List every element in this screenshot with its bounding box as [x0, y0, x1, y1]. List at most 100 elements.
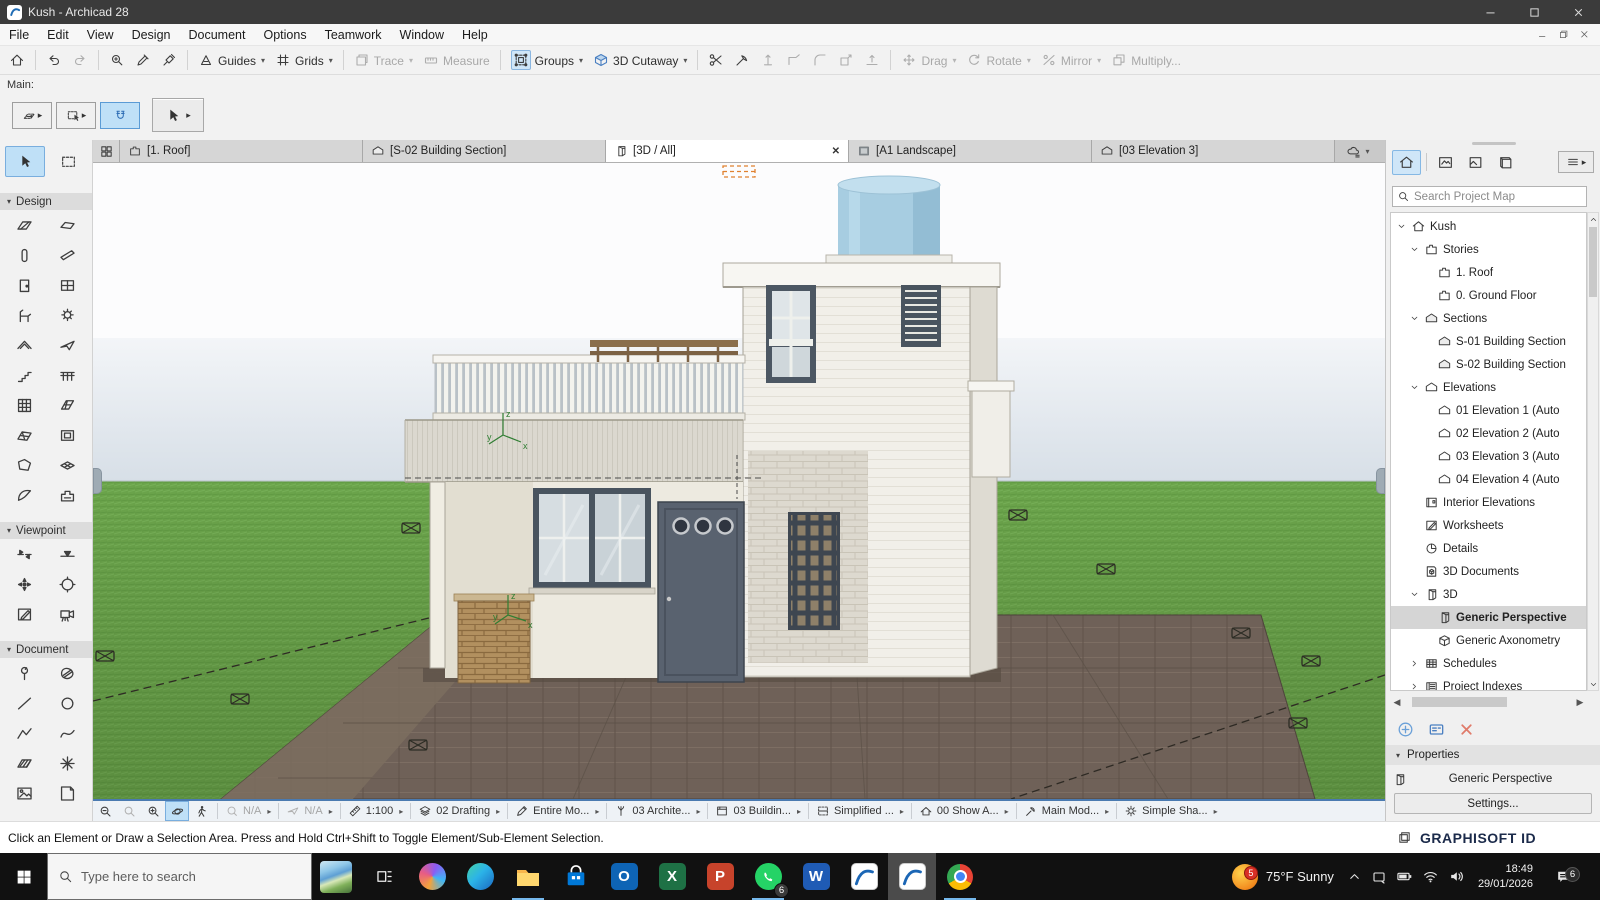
- split-button[interactable]: [703, 48, 729, 72]
- gravity-button[interactable]: [100, 102, 140, 129]
- measure-button[interactable]: Measure: [418, 48, 495, 72]
- tab-close-icon[interactable]: ✕: [832, 146, 840, 157]
- mesh-tool[interactable]: [3, 420, 46, 450]
- 3d-cutaway-button[interactable]: 3D Cutaway▾: [588, 48, 692, 72]
- tree-item-sections[interactable]: Sections: [1391, 307, 1586, 330]
- guides-button[interactable]: Guides▾: [193, 48, 270, 72]
- scroll-thumb[interactable]: [1589, 227, 1597, 297]
- rotate-button[interactable]: Rotate▾: [961, 48, 1035, 72]
- start-button[interactable]: [0, 853, 47, 900]
- tree-item-details[interactable]: Details: [1391, 537, 1586, 560]
- tree-item-3d-documents[interactable]: 3D Documents: [1391, 560, 1586, 583]
- mirror-button[interactable]: Mirror▾: [1036, 48, 1106, 72]
- doc-minimize-icon[interactable]: [1537, 29, 1548, 40]
- taskbar-app-whatsapp[interactable]: 6: [744, 853, 792, 900]
- object-tool[interactable]: [3, 300, 46, 330]
- menu-view[interactable]: View: [78, 24, 123, 45]
- tab-a1-landscape[interactable]: [A1 Landscape]: [849, 140, 1092, 162]
- opening-tool[interactable]: [46, 420, 89, 450]
- taskbar-search[interactable]: [47, 853, 312, 900]
- dimension-tool[interactable]: [3, 658, 46, 688]
- tree-item-schedules[interactable]: Schedules: [1391, 652, 1586, 675]
- roof-tool[interactable]: [3, 330, 46, 360]
- toolbox-section-document[interactable]: ▾Document: [0, 641, 92, 658]
- inject-parameters-button[interactable]: [156, 48, 182, 72]
- taskbar-app-excel[interactable]: X: [648, 853, 696, 900]
- weather-widget[interactable]: 5 75°F Sunny: [1228, 864, 1338, 890]
- find-select-button[interactable]: [104, 48, 130, 72]
- menu-help[interactable]: Help: [453, 24, 497, 45]
- tree-item-0-ground-floor[interactable]: 0. Ground Floor: [1391, 284, 1586, 307]
- panel-grip[interactable]: [1472, 142, 1516, 145]
- camera-angle-control[interactable]: N/A▸: [283, 804, 335, 818]
- tree-horizontal-scrollbar[interactable]: ◀ ▶: [1390, 695, 1587, 709]
- tree-item-worksheets[interactable]: Worksheets: [1391, 514, 1586, 537]
- taskbar-app-outlook[interactable]: O: [600, 853, 648, 900]
- search-highlights-button[interactable]: [312, 853, 360, 900]
- settings-button[interactable]: Settings...: [1394, 793, 1592, 814]
- partial-structure-display-control[interactable]: Simplified ...▸: [813, 804, 907, 818]
- tree-item-elevations[interactable]: Elevations: [1391, 376, 1586, 399]
- model-view-options-control[interactable]: 03 Archite...▸: [611, 804, 703, 818]
- curtain-wall-tool[interactable]: [3, 390, 46, 420]
- action-center-button[interactable]: 6: [1546, 868, 1580, 885]
- scroll-up-icon[interactable]: [1588, 213, 1598, 225]
- tree-item-interior-elevations[interactable]: Interior Elevations: [1391, 491, 1586, 514]
- railing-tool[interactable]: [46, 360, 89, 390]
- tab-1-roof[interactable]: [1. Roof]: [120, 140, 363, 162]
- tab-s-02-building-section[interactable]: [S-02 Building Section]: [363, 140, 606, 162]
- lamp-tool[interactable]: [46, 300, 89, 330]
- elevate-button[interactable]: [859, 48, 885, 72]
- taskbar-app-chrome[interactable]: [936, 853, 984, 900]
- tree-item-s-02-building-section[interactable]: S-02 Building Section: [1391, 353, 1586, 376]
- doc-restore-icon[interactable]: [1558, 29, 1569, 40]
- renovation-filter-control[interactable]: Main Mod...▸: [1021, 804, 1112, 818]
- menu-window[interactable]: Window: [391, 24, 453, 45]
- trace-button[interactable]: Trace▾: [349, 48, 418, 72]
- properties-header[interactable]: ▾ Properties: [1386, 745, 1600, 765]
- menu-design[interactable]: Design: [123, 24, 180, 45]
- figure-tool[interactable]: [3, 778, 46, 808]
- scroll-down-icon[interactable]: [1588, 678, 1598, 690]
- camera-tool[interactable]: [46, 599, 89, 629]
- stair-tool[interactable]: [3, 360, 46, 390]
- circle-tool[interactable]: [46, 688, 89, 718]
- morph-tool[interactable]: [3, 450, 46, 480]
- navigator-tab-view-map[interactable]: [1431, 150, 1460, 175]
- intersect-button[interactable]: [781, 48, 807, 72]
- toolbox-section-viewpoint[interactable]: ▾Viewpoint: [0, 522, 92, 539]
- scale-control[interactable]: 1:100▸: [345, 804, 407, 818]
- worksheet-tool[interactable]: [3, 599, 46, 629]
- layer-combination-control[interactable]: 02 Drafting▸: [415, 804, 503, 818]
- taskbar-search-input[interactable]: [81, 869, 301, 884]
- tree-item-02-elevation-2-auto[interactable]: 02 Elevation 2 (Auto: [1391, 422, 1586, 445]
- menu-teamwork[interactable]: Teamwork: [316, 24, 391, 45]
- hscroll-thumb[interactable]: [1412, 697, 1507, 707]
- zoom-out-button[interactable]: [93, 801, 117, 821]
- doc-close-icon[interactable]: [1579, 29, 1590, 40]
- scroll-right-icon[interactable]: ▶: [1573, 697, 1587, 708]
- taskbar-app-word[interactable]: W: [792, 853, 840, 900]
- grids-button[interactable]: Grids▾: [270, 48, 338, 72]
- taskbar-app-archicad[interactable]: [888, 853, 936, 900]
- fill-tool[interactable]: [46, 658, 89, 688]
- delete-icon[interactable]: [1458, 721, 1475, 738]
- viewport-edge-handle-right[interactable]: [1376, 468, 1385, 494]
- 3d-viewport[interactable]: z y x z y x: [93, 163, 1385, 799]
- window-tool[interactable]: [46, 270, 89, 300]
- taskbar-app-copilot[interactable]: [408, 853, 456, 900]
- tab-list-dropdown[interactable]: ▾: [1335, 140, 1381, 162]
- navigator-tab-publisher[interactable]: [1491, 150, 1520, 175]
- pen-set-control[interactable]: Entire Mo...▸: [512, 804, 602, 818]
- elevation-marker-tool[interactable]: [46, 539, 89, 569]
- tree-item-stories[interactable]: Stories: [1391, 238, 1586, 261]
- tab-overview-button[interactable]: [93, 140, 120, 162]
- tree-item-3d[interactable]: 3D: [1391, 583, 1586, 606]
- navigator-tab-layout-book[interactable]: [1461, 150, 1490, 175]
- search-input[interactable]: [1414, 191, 1582, 203]
- wall-tool[interactable]: [3, 210, 46, 240]
- navigator-tab-project-map[interactable]: [1392, 150, 1421, 175]
- home-button[interactable]: [4, 48, 30, 72]
- sun-shadows-control[interactable]: Simple Sha...▸: [1121, 804, 1220, 818]
- spline-tool[interactable]: [46, 718, 89, 748]
